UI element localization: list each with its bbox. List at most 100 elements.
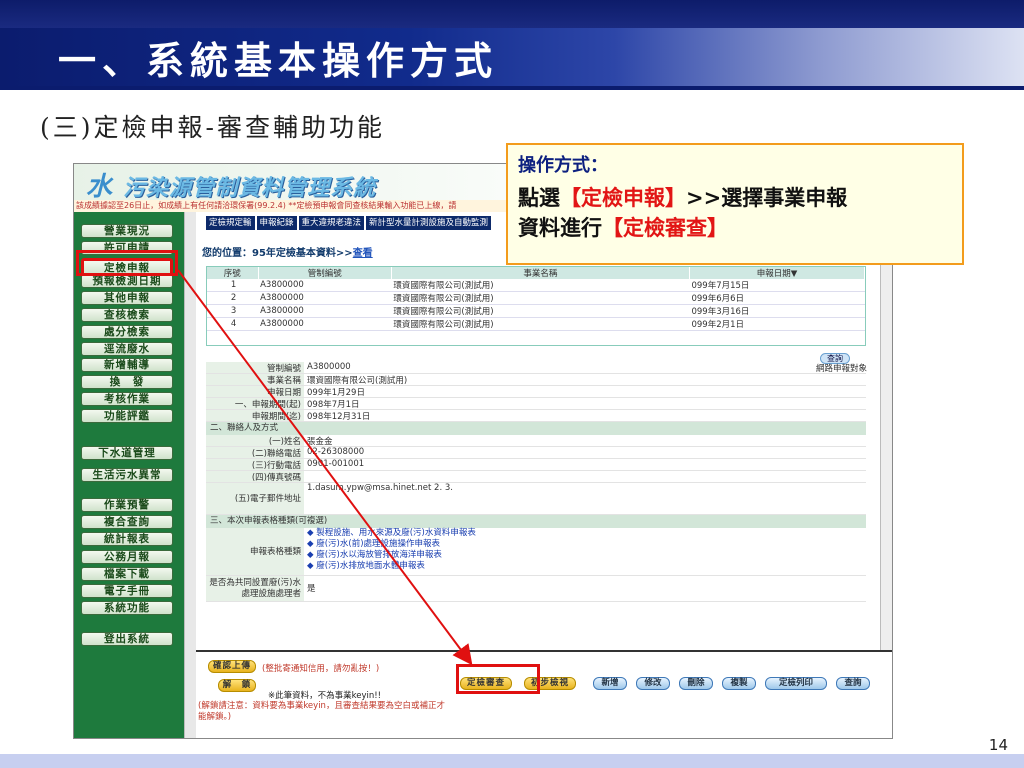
breadcrumb-link[interactable]: 查看 <box>353 248 373 259</box>
slide-top-bar <box>0 0 1024 28</box>
sidebar-item[interactable]: 換 發 <box>81 375 173 390</box>
sidebar-item[interactable]: 查核檢索 <box>81 308 173 322</box>
sidebar-item[interactable]: 其他申報 <box>81 291 173 306</box>
sidebar-item[interactable]: 考核作業 <box>81 392 173 406</box>
form-value: 098年12月31日 <box>307 412 371 422</box>
slide-bottom-bar <box>0 754 1024 768</box>
keyin-notice: ※此筆資料，不為事業keyin!! <box>268 691 382 701</box>
callout-text-1: 點選 <box>518 185 560 210</box>
sidebar-item[interactable]: 功能評鑑 <box>81 408 173 423</box>
table-cell: 4 <box>207 317 259 331</box>
title-underline <box>0 86 1024 90</box>
top-tab[interactable]: 定檢規定輸 <box>206 216 255 230</box>
sidebar-item[interactable]: 作業預警 <box>81 498 173 512</box>
grid-header[interactable]: 序號 <box>207 267 259 279</box>
highlight-box-review <box>456 664 540 694</box>
table-cell: 099年7月15日 <box>689 279 865 292</box>
form-row: 事業名稱 環資國際有限公司(測試用) <box>206 374 866 386</box>
sidebar-item[interactable]: 新增輔導 <box>81 358 173 373</box>
logo-prefix: 水 <box>86 172 114 202</box>
form-row: 申報日期 099年1月29日 <box>206 386 866 398</box>
sidebar-item[interactable]: 系統功能 <box>81 601 173 616</box>
action-button[interactable]: 刪除 <box>679 677 713 690</box>
sidebar-item[interactable]: 檔案下載 <box>81 566 173 581</box>
unlock-button[interactable]: 解 鎖 <box>218 679 256 692</box>
sidebar-item[interactable]: 電子手冊 <box>81 584 173 598</box>
form-value <box>304 471 866 482</box>
form-type-item[interactable]: ◆ 廢(污)水(前)處理設施操作申報表 <box>307 539 866 550</box>
table-cell: 1 <box>207 279 259 292</box>
grid-header[interactable]: 管制編號 <box>258 267 392 279</box>
top-tab[interactable]: 新計型水量計測設施及自動監測 <box>366 216 492 230</box>
action-button[interactable]: 複製 <box>722 677 756 690</box>
table-cell: A3800000 <box>258 304 392 318</box>
callout-highlight-2: 【定檢審查】 <box>602 215 728 240</box>
confirm-upload-button[interactable]: 確認上傳 <box>208 660 256 673</box>
form-label: (一)姓名 <box>206 435 304 447</box>
sidebar-item[interactable]: 複合查詢 <box>81 515 173 530</box>
form-label: 事業名稱 <box>206 374 304 386</box>
upload-notice: (整批寄通知信用，請勿亂按！) <box>262 664 380 674</box>
action-button[interactable]: 定檢列印 <box>765 677 827 690</box>
form-label: (四)傳真號碼 <box>206 471 304 483</box>
table-cell: A3800000 <box>258 279 392 292</box>
table-cell: 099年3月16日 <box>689 304 865 318</box>
form-type-item[interactable]: ◆ 廢(污)水排放地面水體申報表 <box>307 561 866 572</box>
page-number: 14 <box>988 736 1008 754</box>
presentation-slide: 一、系統基本操作方式 (三)定檢申報-審查輔助功能 水 污染源管制資料管理系統 … <box>0 0 1024 768</box>
table-cell: 099年2月1日 <box>689 317 865 331</box>
detail-form: 管制編號 A3800000 事業名稱 環資國際有限公司(測試用) 申報日期 099年1月2… <box>206 362 866 602</box>
action-button[interactable]: 新增 <box>593 677 627 690</box>
action-button[interactable]: 修改 <box>636 677 670 690</box>
table-cell: 3 <box>207 304 259 318</box>
form-type-item[interactable]: ◆ 廢(污)水以海放管排放海洋申報表 <box>307 550 866 561</box>
action-button[interactable]: 查詢 <box>836 677 870 690</box>
section-heading: 三、本次申報表格種類(可複選) <box>206 515 866 528</box>
instruction-callout: 操作方式： 點選【定檢申報】>>選擇事業申報 資料進行【定檢審查】 <box>506 143 964 265</box>
sidebar-item[interactable]: 營業現況 <box>81 224 173 238</box>
sidebar-item[interactable]: 下水道管理 <box>81 446 173 460</box>
form-label: (二)聯絡電話 <box>206 447 304 459</box>
grid-header[interactable]: 事業名稱 <box>391 267 690 279</box>
sidebar-item[interactable]: 公務月報 <box>81 549 173 564</box>
form-label: 申報日期 <box>206 386 304 398</box>
sidebar-item[interactable]: 統計報表 <box>81 532 173 547</box>
record-table: 序號 管制編號 事業名稱 申報日期▼ 1 A3800000 環資國際有限公司(測試用) 09… <box>207 267 865 331</box>
sidebar-item[interactable]: 生活污水異常 <box>81 468 173 482</box>
form-type-item[interactable]: ◆ 製程設施、用水來源及廢(污)水資料申報表 <box>307 528 866 539</box>
highlight-box-sidebar <box>76 250 178 276</box>
table-row[interactable]: 2 A3800000 環資國際有限公司(測試用) 099年6月6日 <box>207 291 865 305</box>
grid-header[interactable]: 申報日期▼ <box>689 267 865 279</box>
form-label: 申報表格種類 <box>206 528 304 575</box>
table-cell: A3800000 <box>258 291 392 305</box>
table-row[interactable]: 1 A3800000 環資國際有限公司(測試用) 099年7月15日 <box>207 279 865 292</box>
sidebar-item[interactable]: 處分檢索 <box>81 324 173 339</box>
form-row: (五)電子郵件地址 1.dasum.ypw@msa.hinet.net 2. 3. <box>206 483 866 515</box>
table-cell: 環資國際有限公司(測試用) <box>391 304 690 318</box>
table-row[interactable]: 3 A3800000 環資國際有限公司(測試用) 099年3月16日 <box>207 304 865 318</box>
form-row: (一)姓名 張金金 <box>206 435 866 447</box>
top-tab[interactable]: 申報紀錄 <box>256 216 297 230</box>
form-row: 管制編號 A3800000 <box>206 362 866 374</box>
sidebar-item[interactable]: 預報檢測日期 <box>81 274 173 289</box>
form-value: 098年7月1日 <box>307 400 360 410</box>
sidebar-scrollbar[interactable] <box>184 212 196 738</box>
table-row[interactable]: 4 A3800000 環資國際有限公司(測試用) 099年2月1日 <box>207 317 865 331</box>
form-label: 是否為共同設置廢(污)水處理設施處理者 <box>206 576 304 601</box>
form-row: 是否為共同設置廢(污)水處理設施處理者是 <box>206 576 866 602</box>
logo-text: 污染源管制資料管理系統 <box>123 175 377 201</box>
table-cell: 環資國際有限公司(測試用) <box>391 291 690 305</box>
unlock-notice: (解鎖請注意：資料要為事業keyin，且審查結果要為空白或補正才能解鎖。) <box>198 701 445 722</box>
content-scrollbar[interactable] <box>880 212 892 650</box>
app-sidebar: 營業現況 許可申請 定檢申報 預報檢測日期 其他申報 查核檢索 處分檢索 逕流廢水 新增輔導換 … <box>74 212 184 738</box>
form-value: A3800000 <box>307 362 351 372</box>
callout-heading: 操作方式： <box>518 155 608 176</box>
form-row: 申報表格種類 ◆ 製程設施、用水來源及廢(污)水資料申報表 ◆ 廢(污)水(前)處理… <box>206 528 866 576</box>
sidebar-item[interactable]: 登出系統 <box>81 632 173 646</box>
callout-body: 點選【定檢申報】>>選擇事業申報 資料進行【定檢審查】 <box>518 183 952 243</box>
sidebar-item[interactable]: 逕流廢水 <box>81 341 173 356</box>
breadcrumb-path: 95年定檢基本資料>> <box>252 248 353 259</box>
top-tab[interactable]: 重大違規老違法 <box>298 216 365 230</box>
form-row: (三)行動電話 0901-001001 <box>206 459 866 471</box>
top-tabs: 定檢規定輸 申報紀錄 重大違規老違法 新計型水量計測設施及自動監測 <box>206 216 492 230</box>
